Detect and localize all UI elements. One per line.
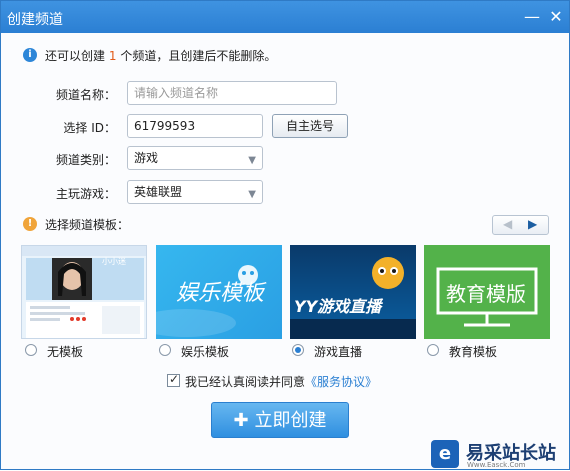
site-logo-icon: e [431,440,459,468]
template-label: 无模板 [47,345,84,359]
template-label: 娱乐模板 [181,345,230,359]
game-mascot-icon [290,257,416,339]
main-game-label: 主玩游戏： [55,187,116,201]
template-thumb-text: 小小迷 [102,257,126,266]
template-thumb-education[interactable]: 教育模版 [424,245,550,339]
template-thumb-text: YY游戏直播 [294,297,382,316]
radio-button[interactable] [427,344,439,356]
template-label: 游戏直播 [314,345,363,359]
category-value: 游戏 [134,151,159,165]
self-pick-number-button[interactable]: 自主选号 [272,114,348,138]
title-bar[interactable]: 创建频道 — ✕ [1,1,569,33]
close-icon[interactable]: ✕ [546,7,566,27]
template-preview-image [22,246,146,338]
channel-name-label: 频道名称： [55,88,116,102]
quota-count: 1 [108,49,117,63]
create-channel-dialog: 创建频道 — ✕ i 还可以创建 1 个频道，且创建后不能删除。 频道名称： 请… [0,0,570,470]
select-id-label: 选择 ID： [63,121,116,135]
agreement-text: 我已经认真阅读并同意 [185,375,306,389]
create-now-button[interactable]: ✚ 立即创建 [211,402,349,438]
watermark-subtitle: Www.Easck.Com [467,461,526,469]
chevron-down-icon: ▼ [248,189,256,200]
window-title: 创建频道 [7,12,63,28]
template-thumb-text: 娱乐模板 [176,281,265,306]
agree-checkbox[interactable] [167,372,180,387]
minimize-icon[interactable]: — [522,7,542,27]
category-label: 频道类别： [55,153,116,167]
chevron-down-icon: ▼ [248,155,256,166]
radio-button[interactable] [25,344,37,356]
template-thumb-game-live[interactable]: YY游戏直播 [290,245,416,339]
radio-button[interactable] [159,344,171,356]
channel-id-input[interactable]: 61799593 [127,114,263,138]
quota-prefix: 还可以创建 [45,49,106,63]
main-game-value: 英雄联盟 [134,185,183,199]
template-section-title: 选择频道模板： [45,218,130,232]
template-thumb-entertainment[interactable]: 娱乐模板 [156,245,282,339]
alert-icon: ! [23,217,37,231]
template-label: 教育模板 [449,345,498,359]
category-select[interactable]: 游戏 ▼ [127,146,263,170]
watermark: e 易采站长站 Www.Easck.Com [431,438,570,471]
info-icon: i [23,48,37,62]
channel-name-input[interactable]: 请输入频道名称 [127,81,337,105]
plus-icon: ✚ [233,410,249,431]
chevron-left-icon[interactable]: ◀ [503,217,512,231]
template-thumb-none[interactable]: 小小迷 [21,245,147,339]
create-button-label: 立即创建 [254,410,327,431]
radio-button[interactable] [292,344,304,356]
quota-suffix: 个频道，且创建后不能删除。 [120,49,277,63]
template-thumb-text: 教育模版 [446,282,526,306]
chevron-right-icon[interactable]: ▶ [528,217,537,231]
service-agreement-link[interactable]: 《服务协议》 [305,375,377,389]
template-pager[interactable]: ◀ ▶ [492,215,549,235]
main-game-select[interactable]: 英雄联盟 ▼ [127,180,263,204]
